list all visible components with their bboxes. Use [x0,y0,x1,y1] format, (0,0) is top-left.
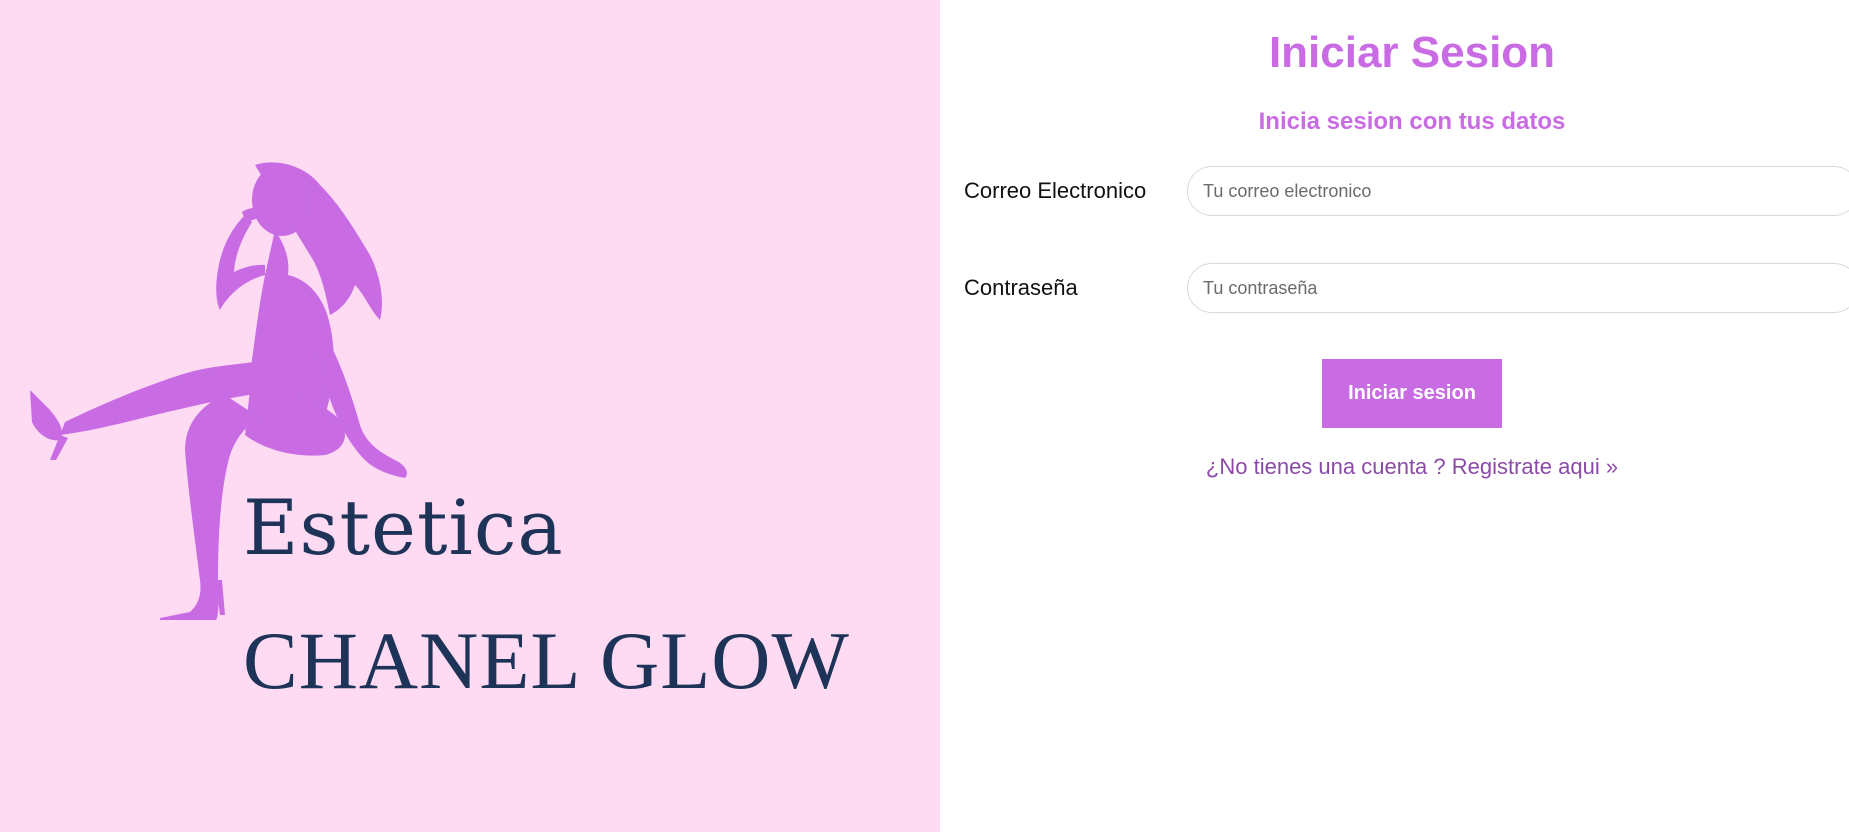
login-form-panel: Iniciar Sesion Inicia sesion con tus dat… [940,0,1849,832]
login-button[interactable]: Iniciar sesion [1322,359,1502,428]
email-label: Correo Electronico [964,178,1147,203]
brand-logo-line2: CHANEL GLOW [243,615,850,706]
email-field[interactable] [1187,166,1849,216]
brand-logo-line1: Estetica [243,483,564,572]
login-page: Estetica CHANEL GLOW Iniciar Sesion Inic… [0,0,1849,832]
email-row: Correo Electronico [964,165,1849,217]
password-label: Contraseña [964,275,1078,300]
register-link[interactable]: ¿No tienes una cuenta ? Registrate aqui … [940,454,1849,480]
password-row: Contraseña [964,262,1849,314]
brand-panel: Estetica CHANEL GLOW [0,0,940,832]
page-title: Iniciar Sesion [1268,28,1556,77]
page-subtitle: Inicia sesion con tus datos [1258,108,1566,135]
password-field[interactable] [1187,263,1849,313]
